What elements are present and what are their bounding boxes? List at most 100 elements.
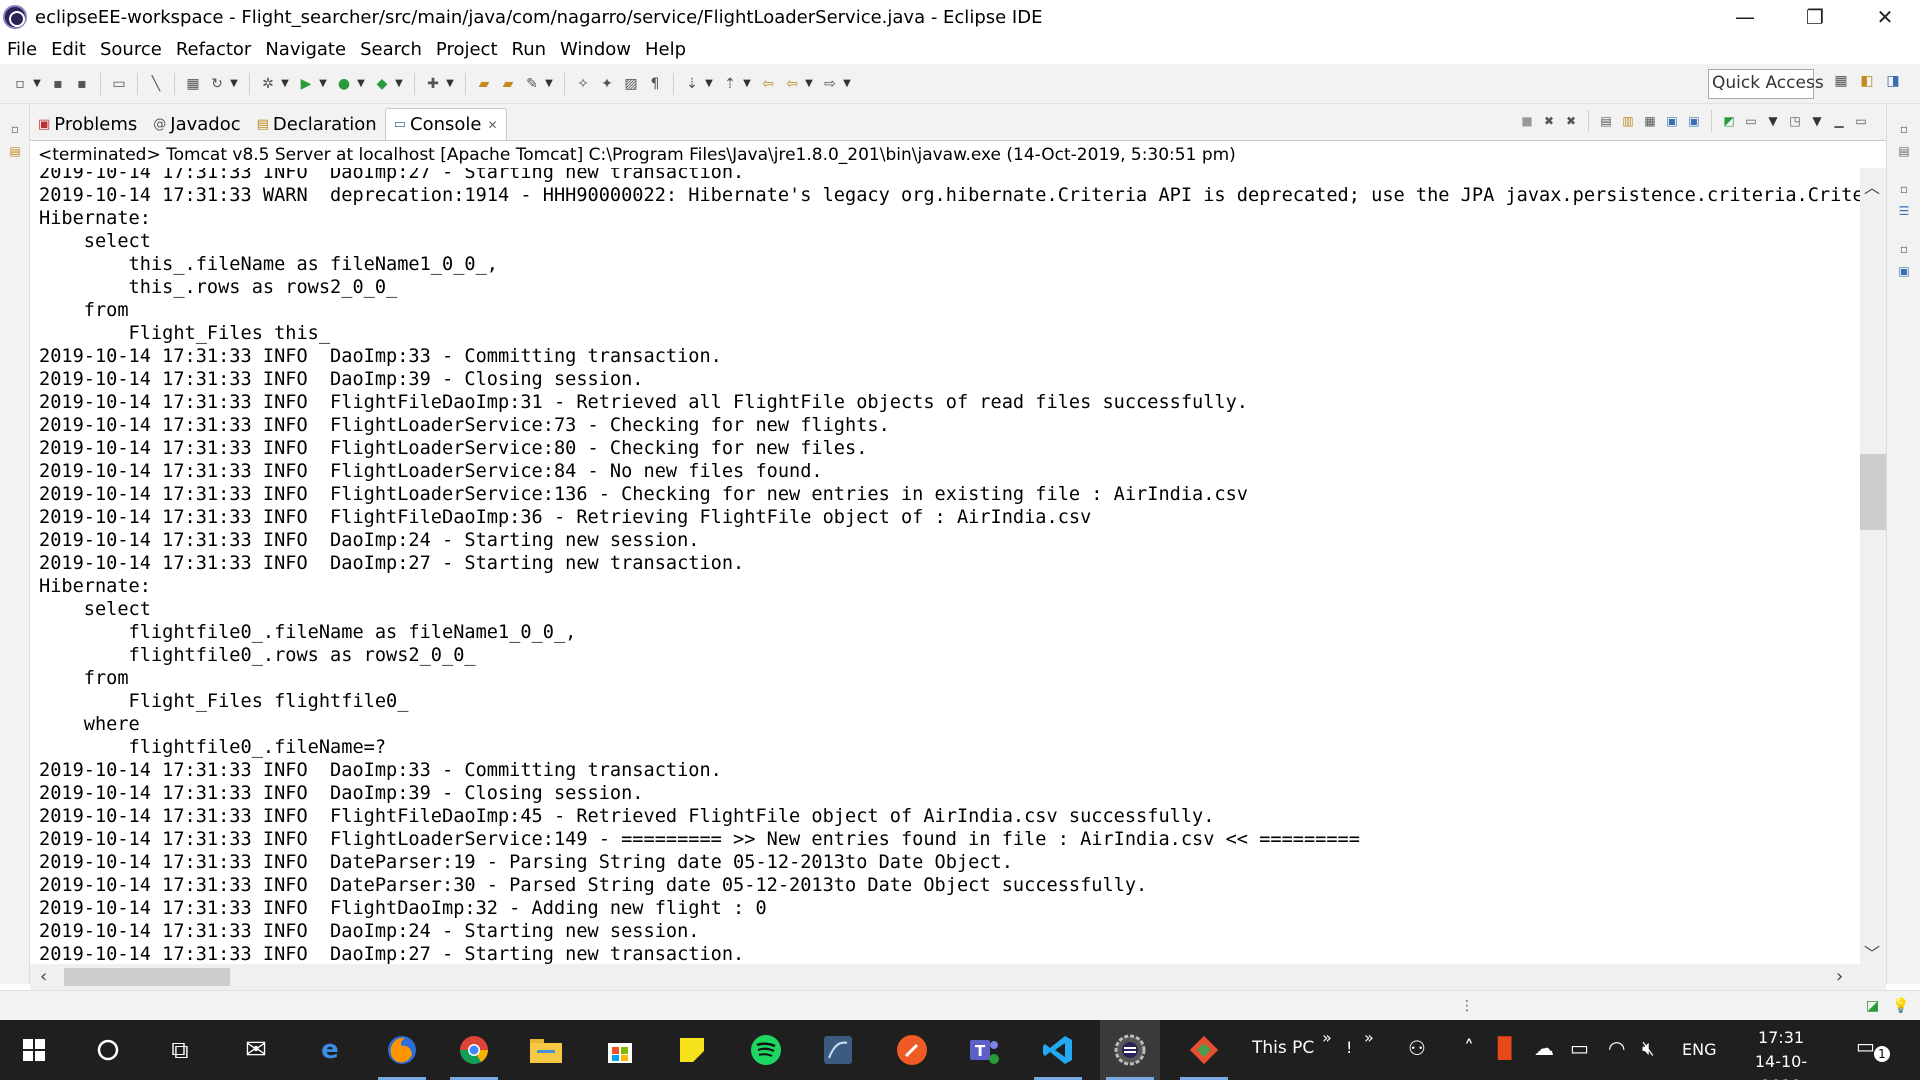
progress-icon[interactable]: ◪ <box>1866 998 1879 1014</box>
vscode-app-icon[interactable] <box>1028 1020 1088 1080</box>
restore-icon[interactable]: ▫ <box>1897 182 1911 196</box>
office-icon[interactable]: ▉ <box>1498 1036 1513 1060</box>
refresh-icon[interactable]: ↻ <box>208 75 226 93</box>
chevron-down-icon[interactable]: ▼ <box>32 75 42 93</box>
annotation-icon[interactable]: ✦ <box>598 75 616 93</box>
chevron-down-icon[interactable]: ▼ <box>229 75 239 93</box>
scrollbar-thumb[interactable] <box>1860 454 1886 530</box>
server-icon[interactable]: ▦ <box>184 75 202 93</box>
chevron-down-icon[interactable]: ▼ <box>544 75 554 93</box>
save-all-icon[interactable]: ▪ <box>73 75 91 93</box>
block-select-icon[interactable]: ▨ <box>622 75 640 93</box>
terminal-icon[interactable]: ▭ <box>110 75 128 93</box>
this-pc-toolbar[interactable]: This PC <box>1252 1038 1314 1058</box>
store-app-icon[interactable] <box>590 1020 650 1080</box>
onedrive-icon[interactable]: ☁ <box>1534 1036 1554 1060</box>
tab-console[interactable]: ▭ Console ✕ <box>384 108 507 140</box>
firefox-app-icon[interactable] <box>372 1020 432 1080</box>
menu-help[interactable]: Help <box>638 39 693 60</box>
sticky-notes-app-icon[interactable] <box>662 1020 722 1080</box>
tab-problems[interactable]: ▣ Problems <box>30 108 145 140</box>
menu-project[interactable]: Project <box>429 39 505 60</box>
run-icon[interactable]: ▶ <box>297 75 315 93</box>
remove-launch-icon[interactable]: ✖ <box>1541 113 1557 129</box>
close-button[interactable]: ✕ <box>1850 0 1920 34</box>
console-output[interactable]: 2019-10-14 17:31:33 INFO DaoImp:27 - Sta… <box>30 168 1860 964</box>
chevron-down-icon[interactable]: ▼ <box>704 75 714 93</box>
menu-refactor[interactable]: Refactor <box>169 39 259 60</box>
spotify-app-icon[interactable] <box>736 1020 796 1080</box>
chevron-down-icon[interactable]: ▼ <box>356 75 366 93</box>
action-center-button[interactable]: ▭ 1 <box>1856 1034 1890 1064</box>
restore-icon[interactable]: ▫ <box>1897 122 1911 136</box>
save-icon[interactable]: ▪ <box>49 75 67 93</box>
next-annotation-icon[interactable]: ⇣ <box>683 75 701 93</box>
chevron-down-icon[interactable]: ▼ <box>280 75 290 93</box>
quick-access-input[interactable]: Quick Access <box>1708 69 1824 99</box>
mysql-workbench-app-icon[interactable] <box>808 1020 868 1080</box>
skip-breakpoints-icon[interactable]: ╲ <box>147 75 165 93</box>
new-java-icon[interactable]: ✚ <box>424 75 442 93</box>
wifi-icon[interactable]: ◠ <box>1608 1036 1625 1060</box>
postman-app-icon[interactable] <box>882 1020 942 1080</box>
tab-declaration[interactable]: ▤ Declaration <box>249 108 385 140</box>
menu-edit[interactable]: Edit <box>44 39 93 60</box>
git-app-icon[interactable] <box>1174 1020 1234 1080</box>
open-perspective-icon[interactable]: ▦ <box>1832 72 1850 90</box>
mail-app-icon[interactable]: ✉ <box>226 1020 286 1080</box>
battery-icon[interactable]: ▭ <box>1570 1036 1589 1060</box>
task-list-icon[interactable]: ▤ <box>1897 144 1911 158</box>
terminate-icon[interactable]: ■ <box>1519 113 1535 129</box>
volume-muted-icon[interactable]: 🔇︎ <box>1642 1036 1655 1060</box>
java-ee-perspective-icon[interactable]: ◧ <box>1858 72 1876 90</box>
teams-app-icon[interactable]: T <box>954 1020 1014 1080</box>
cortana-button[interactable] <box>78 1020 138 1080</box>
menu-file[interactable]: File <box>0 39 44 60</box>
scroll-lock-icon[interactable]: ▥ <box>1620 113 1636 129</box>
pin-console-icon[interactable]: ◩ <box>1721 113 1737 129</box>
chevron-down-icon[interactable]: ▼ <box>318 75 328 93</box>
servers-icon[interactable]: ▣ <box>1897 264 1911 278</box>
chevron-down-icon[interactable]: ▼ <box>842 75 852 93</box>
system-clock[interactable]: 17:31 14-10-2019 <box>1736 1026 1826 1080</box>
chevron-down-icon[interactable]: ▼ <box>445 75 455 93</box>
open-folder-icon[interactable]: ▰ <box>499 75 517 93</box>
toolbar-warning-icon[interactable]: ! <box>1346 1038 1352 1057</box>
open-console-icon[interactable]: ◳ <box>1787 113 1803 129</box>
coverage-icon[interactable]: ◆ <box>373 75 391 93</box>
maximize-view-icon[interactable]: ▭ <box>1853 113 1869 129</box>
debug-icon[interactable]: ✲ <box>259 75 277 93</box>
tab-javadoc[interactable]: @ Javadoc <box>145 108 248 140</box>
project-explorer-icon[interactable]: ▤ <box>8 144 22 158</box>
show-on-stderr-icon[interactable]: ▣ <box>1686 113 1702 129</box>
chevron-down-icon[interactable]: ▼ <box>1809 113 1825 129</box>
toolbar-overflow-icon[interactable]: » <box>1364 1028 1374 1047</box>
show-on-stdout-icon[interactable]: ▣ <box>1664 113 1680 129</box>
vertical-scrollbar[interactable]: ︿ ﹀ <box>1860 168 1886 964</box>
outline-icon[interactable]: ☰ <box>1897 204 1911 218</box>
chevron-left-icon[interactable]: ‹ <box>40 966 47 987</box>
run-external-icon[interactable]: ● <box>335 75 353 93</box>
file-explorer-app-icon[interactable] <box>516 1020 576 1080</box>
toggle-mark-icon[interactable]: ✧ <box>574 75 592 93</box>
chevron-down-icon[interactable]: ﹀ <box>1864 940 1880 964</box>
menu-source[interactable]: Source <box>93 39 169 60</box>
chevron-down-icon[interactable]: ▼ <box>394 75 404 93</box>
back-icon[interactable]: ⇦ <box>783 75 801 93</box>
edge-app-icon[interactable]: e <box>300 1020 360 1080</box>
chevron-down-icon[interactable]: ▼ <box>1765 113 1781 129</box>
menu-window[interactable]: Window <box>553 39 638 60</box>
task-view-button[interactable]: ⧉ <box>150 1020 210 1080</box>
people-icon[interactable]: ⚇ <box>1408 1036 1426 1060</box>
last-edit-icon[interactable]: ⇦ <box>759 75 777 93</box>
chrome-app-icon[interactable] <box>444 1020 504 1080</box>
close-icon[interactable]: ✕ <box>487 118 497 132</box>
chevron-right-icon[interactable]: › <box>1836 966 1843 987</box>
pen-icon[interactable]: ✎ <box>523 75 541 93</box>
chevron-up-icon[interactable]: ˄ <box>1464 1036 1474 1060</box>
menu-navigate[interactable]: Navigate <box>258 39 353 60</box>
restore-icon[interactable]: ▫ <box>8 122 22 136</box>
horizontal-scrollbar[interactable]: ‹ › <box>30 964 1886 990</box>
start-button[interactable] <box>4 1020 64 1080</box>
new-icon[interactable]: ▫ <box>11 75 29 93</box>
